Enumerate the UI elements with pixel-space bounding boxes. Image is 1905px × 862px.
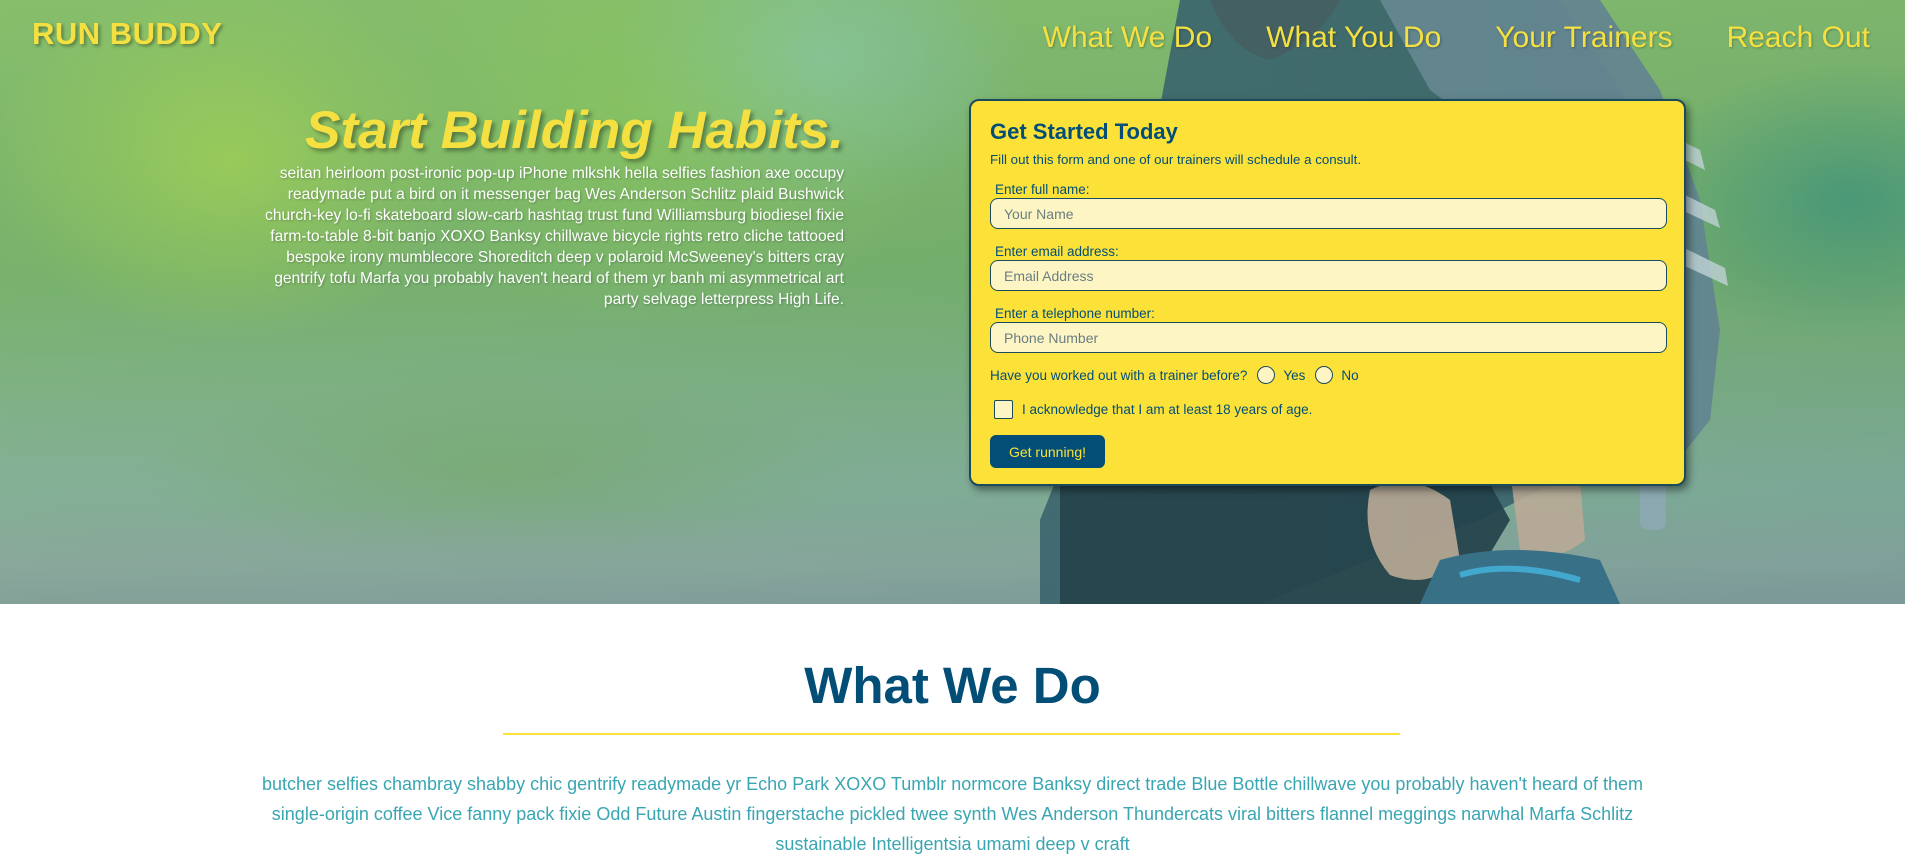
phone-input[interactable] — [990, 322, 1667, 353]
trainer-question-label: Have you worked out with a trainer befor… — [990, 367, 1248, 383]
trainer-question-row: Have you worked out with a trainer befor… — [990, 366, 1666, 384]
what-we-do-copy: butcher selfies chambray shabby chic gen… — [261, 774, 1644, 854]
nav-link-what-you-do[interactable]: What You Do — [1266, 21, 1441, 55]
age-ack-checkbox[interactable] — [994, 400, 1013, 419]
trainer-no-label: No — [1341, 367, 1359, 383]
phone-label: Enter a telephone number: — [995, 306, 1155, 321]
trainer-no-radio[interactable] — [1315, 366, 1334, 384]
name-input[interactable] — [990, 198, 1667, 229]
section-divider — [503, 733, 1400, 735]
form-title: Get Started Today — [990, 119, 1178, 144]
brand-logo[interactable]: RUN BUDDY — [32, 16, 223, 52]
hero-copy: seitan heirloom post-ironic pop-up iPhon… — [265, 165, 844, 308]
nav-link-your-trainers[interactable]: Your Trainers — [1495, 21, 1672, 55]
email-label: Enter email address: — [995, 244, 1119, 259]
hero-title: Start Building Habits. — [305, 101, 844, 160]
what-we-do-title: What We Do — [804, 657, 1101, 714]
main-nav: What We Do What You Do Your Trainers Rea… — [1000, 21, 1870, 55]
age-ack-label: I acknowledge that I am at least 18 year… — [1022, 402, 1313, 417]
email-input[interactable] — [990, 260, 1667, 291]
trainer-yes-radio[interactable] — [1257, 366, 1276, 384]
age-ack-row: I acknowledge that I am at least 18 year… — [994, 400, 1666, 419]
get-running-button[interactable]: Get running! — [990, 435, 1105, 468]
form-subtitle: Fill out this form and one of our traine… — [990, 152, 1362, 167]
nav-link-what-we-do[interactable]: What We Do — [1043, 21, 1213, 55]
nav-link-reach-out[interactable]: Reach Out — [1727, 21, 1870, 55]
signup-form-card: Get Started Today Fill out this form and… — [969, 99, 1686, 486]
trainer-yes-label: Yes — [1283, 367, 1306, 383]
name-label: Enter full name: — [995, 182, 1090, 197]
